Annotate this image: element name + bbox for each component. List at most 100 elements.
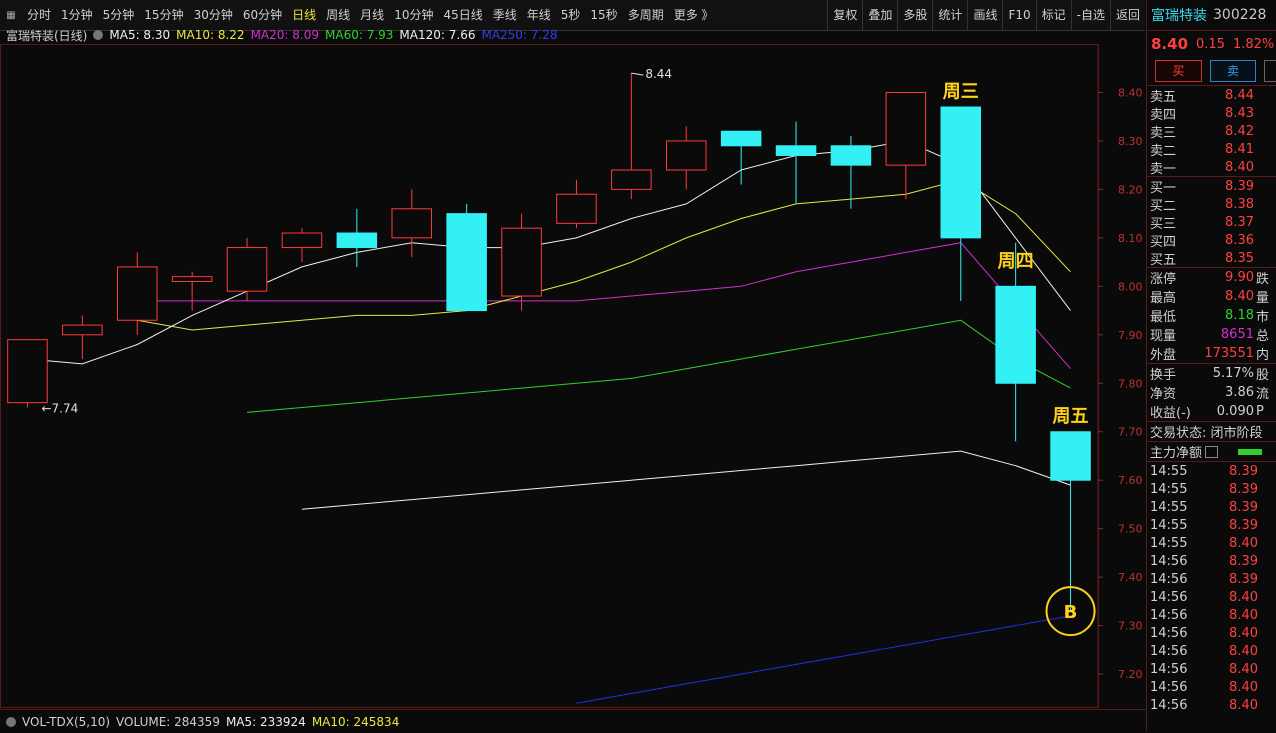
- orderbook-row: 买三 8.37: [1147, 213, 1276, 232]
- high-price-arrow: [631, 72, 644, 76]
- tick-time: 14:56: [1150, 589, 1188, 605]
- thursday-annotation: 周四: [998, 251, 1034, 272]
- trade-tick-row: 14:55 8.39: [1147, 462, 1276, 480]
- stat-label: 外盘: [1150, 348, 1177, 363]
- stats-list: 涨停 9.90 跌最高 8.40 量最低 8.18 市现量 8651 总外盘 173551 内: [1147, 268, 1276, 363]
- tick-price: 8.39: [1229, 463, 1258, 479]
- stock-name[interactable]: 富瑞特装: [1151, 5, 1207, 25]
- stat-ext-label: 跌: [1256, 272, 1270, 287]
- stat-row: 现量 8651 总: [1147, 325, 1276, 344]
- tick-time: 14:56: [1150, 571, 1188, 587]
- settings-icon[interactable]: [93, 30, 104, 40]
- orderbook-row: 买一 8.39: [1147, 177, 1276, 196]
- tick-time: 14:56: [1150, 553, 1188, 569]
- tick-time: 14:55: [1150, 535, 1188, 551]
- ask-list: 卖五 8.44 卖四 8.43 卖三 8.42 卖二 8.41 卖一 8.40: [1147, 86, 1276, 177]
- kline-chart-area[interactable]: 8.40 8.30 8.20 8.10 8.00 7.90 7.80 7.70 7.60 7.50…: [0, 44, 1145, 708]
- tool-button[interactable]: 标记: [1035, 0, 1071, 30]
- price-axis-label: 7.20: [1118, 668, 1143, 681]
- price-axis-label: 7.30: [1118, 620, 1143, 633]
- stat-value: 5.17%: [1212, 366, 1254, 381]
- stat-value: 3.86: [1225, 385, 1254, 400]
- ma-legend: 富瑞特装(日线) MA5: 8.30 MA10: 8.22 MA20: 8.09…: [0, 26, 558, 44]
- price-axis-label: 8.20: [1118, 183, 1143, 196]
- orderbook-label: 卖一: [1150, 161, 1177, 177]
- tool-button[interactable]: -自选: [1070, 0, 1110, 30]
- stat-row: 涨停 9.90 跌: [1147, 268, 1276, 287]
- tick-price: 8.40: [1229, 679, 1258, 695]
- candle-body: [885, 91, 927, 166]
- main-flow-row: 主力净额: [1147, 442, 1276, 461]
- trade-tick-row: 14:56 8.40: [1147, 588, 1276, 606]
- period-tab[interactable]: 多周期: [623, 0, 669, 30]
- trade-status: 交易状态: 闭市阶段: [1150, 426, 1263, 441]
- candle-body: [665, 140, 707, 171]
- candle-body: [995, 285, 1036, 384]
- main-flow-label: 主力净额: [1150, 446, 1203, 461]
- trade-tick-row: 14:55 8.39: [1147, 480, 1276, 498]
- trade-tick-row: 14:56 8.40: [1147, 606, 1276, 624]
- stock-code: 300228: [1213, 7, 1267, 23]
- more-button[interactable]: [1264, 60, 1276, 82]
- ma5-line: [27, 140, 1071, 365]
- volume-ma5: MA5: 233924: [225, 714, 306, 729]
- candle-body: [336, 232, 378, 249]
- tick-price: 8.40: [1229, 661, 1258, 677]
- tool-button[interactable]: 画线: [967, 0, 1002, 30]
- period-tab[interactable]: 5秒: [556, 0, 586, 30]
- candle-body: [830, 145, 872, 166]
- stat-label: 换手: [1150, 368, 1177, 383]
- tool-button[interactable]: 复权: [827, 0, 862, 30]
- orderbook-row: 买五 8.35: [1147, 249, 1276, 268]
- high-price-label: 8.44: [645, 67, 672, 81]
- tick-time: 14:56: [1150, 661, 1188, 677]
- tool-button[interactable]: 多股: [897, 0, 932, 30]
- stat-label: 现量: [1150, 329, 1177, 344]
- stat-label: 最低: [1150, 310, 1177, 325]
- bid-list: 买一 8.39 买二 8.38 买三 8.37 买四 8.36 买五 8.35: [1147, 177, 1276, 268]
- trade-tick-row: 14:56 8.40: [1147, 624, 1276, 642]
- sell-button[interactable]: 卖: [1209, 60, 1257, 82]
- ma5-label: MA5: 8.30: [109, 28, 171, 42]
- stat-row: 净资 3.86 流: [1147, 383, 1276, 402]
- tool-button[interactable]: F10: [1002, 0, 1035, 30]
- stat-ext-label: P: [1256, 404, 1264, 419]
- ma120-line: [301, 450, 1071, 510]
- stat-row: 外盘 173551 内: [1147, 344, 1276, 363]
- tick-price: 8.40: [1229, 625, 1258, 641]
- stat-row: 换手 5.17% 股: [1147, 364, 1276, 383]
- candle-body: [7, 339, 48, 404]
- price-axis-label: 8.30: [1118, 135, 1143, 148]
- settings-icon[interactable]: [6, 716, 16, 727]
- period-tab[interactable]: 15秒: [585, 0, 622, 30]
- candle-body: [775, 145, 817, 156]
- tick-price: 8.39: [1229, 571, 1258, 587]
- price-axis-label: 7.90: [1118, 329, 1143, 342]
- list-icon[interactable]: [1205, 445, 1219, 458]
- kline-chart[interactable]: 8.40 8.30 8.20 8.10 8.00 7.90 7.80 7.70 7.60 7.50…: [0, 44, 1145, 708]
- tick-time: 14:55: [1150, 463, 1188, 479]
- tick-price: 8.39: [1229, 481, 1258, 497]
- price-change-pct: 1.82%: [1232, 36, 1275, 52]
- tick-price: 8.40: [1229, 589, 1258, 605]
- stat-label: 涨停: [1150, 272, 1177, 287]
- orderbook-label: 卖三: [1150, 125, 1177, 141]
- stat-ext-label: 内: [1256, 348, 1270, 363]
- tool-button[interactable]: 叠加: [862, 0, 897, 30]
- stat-value: 8651: [1220, 327, 1254, 342]
- orderbook-price: 8.39: [1225, 178, 1254, 194]
- tool-buttons: 复权 叠加 多股 统计 画线 F10 标记 -自选 返回: [827, 0, 1145, 30]
- buy-button[interactable]: 买: [1155, 60, 1202, 82]
- price-axis-label: 7.40: [1118, 571, 1143, 584]
- stock-period-label: 富瑞特装(日线): [6, 28, 88, 43]
- stat-value: 173551: [1204, 346, 1254, 361]
- orderbook-price: 8.41: [1225, 141, 1254, 157]
- tool-button[interactable]: 返回: [1109, 0, 1145, 30]
- orderbook-label: 卖二: [1150, 143, 1177, 159]
- period-tab[interactable]: 更多 》: [669, 0, 719, 30]
- tool-button[interactable]: 统计: [932, 0, 967, 30]
- tick-time: 14:56: [1150, 643, 1188, 659]
- orderbook-row: 买四 8.36: [1147, 231, 1276, 250]
- stat-ext-label: 市: [1256, 310, 1270, 325]
- main-flow-bar: [1238, 448, 1263, 455]
